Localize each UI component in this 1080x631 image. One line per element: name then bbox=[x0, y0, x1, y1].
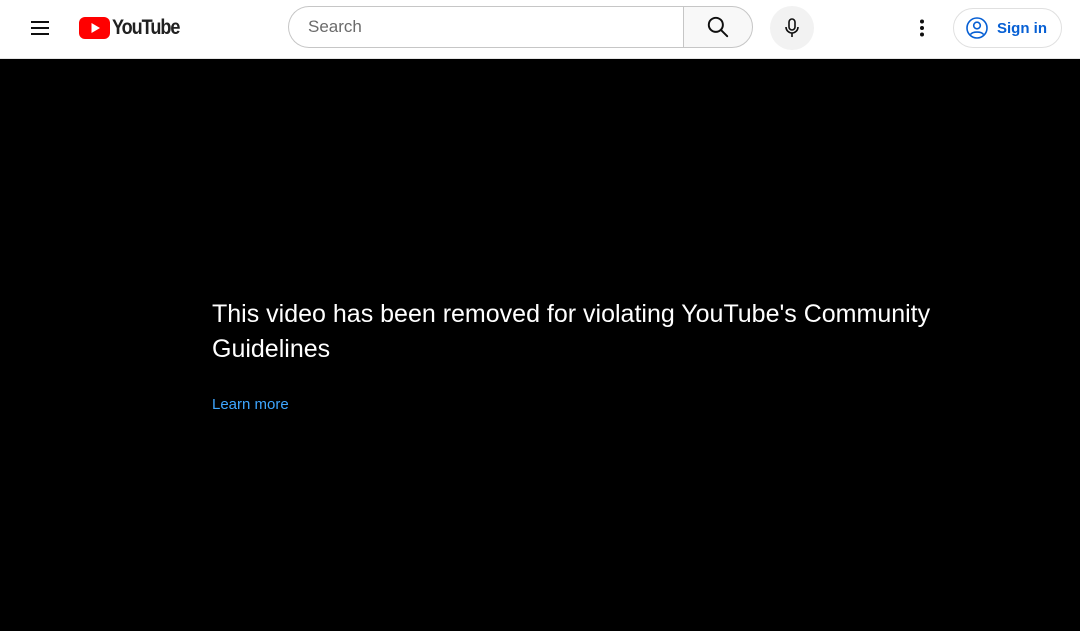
learn-more-link[interactable]: Learn more bbox=[212, 396, 289, 413]
microphone-icon bbox=[785, 18, 799, 37]
search-button[interactable] bbox=[683, 6, 753, 48]
menu-icon bbox=[31, 21, 49, 35]
youtube-logo[interactable]: YouTube bbox=[79, 16, 190, 40]
account-circle-icon bbox=[966, 17, 988, 39]
sign-in-label: Sign in bbox=[997, 19, 1047, 37]
search-icon bbox=[707, 16, 729, 38]
video-removed-message: This video has been removed for violatin… bbox=[212, 300, 931, 363]
youtube-logo-icon bbox=[79, 17, 110, 39]
search-box[interactable] bbox=[288, 6, 683, 48]
guide-menu-button[interactable] bbox=[20, 8, 60, 48]
masthead: YouTube Sign in bbox=[0, 0, 1080, 59]
logo-wordmark: YouTube bbox=[112, 16, 180, 39]
sign-in-button[interactable]: Sign in bbox=[953, 8, 1062, 48]
voice-search-button[interactable] bbox=[770, 6, 814, 50]
search-input[interactable] bbox=[306, 16, 683, 38]
more-vert-icon bbox=[920, 19, 924, 37]
settings-button[interactable] bbox=[902, 8, 942, 48]
